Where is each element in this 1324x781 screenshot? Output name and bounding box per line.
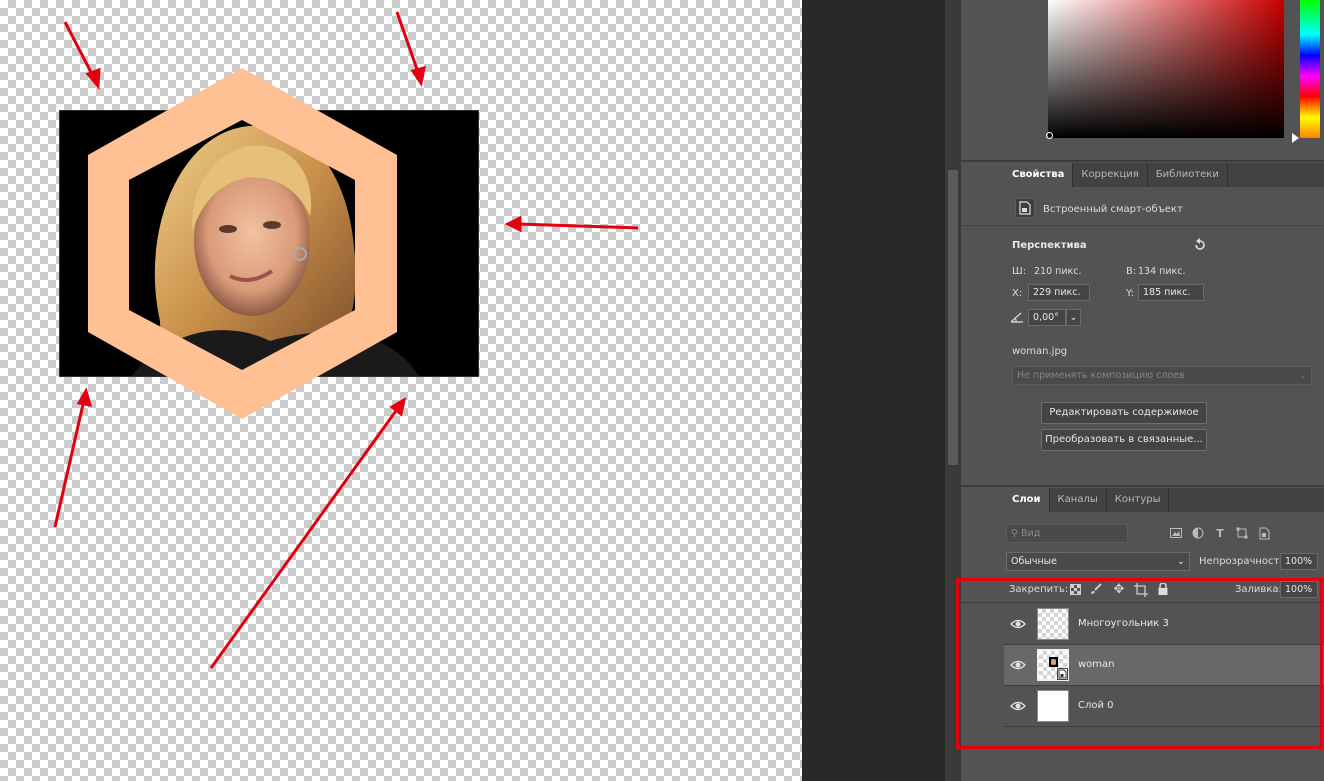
lock-brush-icon[interactable] <box>1089 582 1103 596</box>
eye-icon[interactable] <box>1010 657 1026 673</box>
width-value[interactable]: 210 пикс. <box>1034 266 1082 277</box>
search-icon: ⚲ <box>1011 528 1018 539</box>
edit-contents-button[interactable]: Редактировать содержимое <box>1041 402 1207 424</box>
lock-transparent-icon[interactable] <box>1068 582 1082 596</box>
color-picker-marker[interactable] <box>1046 132 1053 139</box>
document-canvas[interactable] <box>0 0 802 781</box>
tab-layers[interactable]: Слои <box>1004 488 1050 512</box>
annotation-layer <box>53 11 639 669</box>
layer-comp-select[interactable]: Не применять композицию слоев ⌄ <box>1012 366 1312 385</box>
panel-divider <box>961 485 1324 487</box>
tab-adjustments[interactable]: Коррекция <box>1073 163 1148 187</box>
shape-filter-icon[interactable] <box>1234 525 1250 541</box>
section-title-perspective: Перспектива <box>1012 240 1087 251</box>
layers-tabbar: Слои Каналы Контуры <box>1004 488 1324 512</box>
smart-object-badge-icon <box>1057 668 1068 680</box>
smart-object-icon <box>1015 198 1035 218</box>
layer-comp-placeholder: Не применять композицию слоев <box>1017 370 1185 381</box>
layer-name[interactable]: Многоугольник 3 <box>1078 618 1169 629</box>
image-filter-icon[interactable] <box>1168 525 1184 541</box>
properties-tabbar: Свойства Коррекция Библиотеки <box>1004 163 1324 187</box>
layer-row-layer-0[interactable]: Слой 0 <box>1004 686 1324 727</box>
layer-name[interactable]: woman <box>1078 659 1115 670</box>
angle-icon <box>1009 309 1025 325</box>
hue-slider-arrow-icon[interactable] <box>1292 133 1299 143</box>
layer-thumbnail <box>1037 649 1069 681</box>
object-type-label: Встроенный смарт-объект <box>1043 204 1183 215</box>
hexagon-ring-shape[interactable] <box>88 68 397 419</box>
eye-icon[interactable] <box>1010 616 1026 632</box>
y-input[interactable]: 185 пикс. <box>1138 284 1204 301</box>
scrollbar-thumb[interactable] <box>948 170 958 465</box>
opacity-label: Непрозрачность: <box>1199 556 1289 567</box>
eye-icon[interactable] <box>1010 698 1026 714</box>
angle-input[interactable]: 0,00° <box>1028 309 1066 326</box>
convert-to-linked-button[interactable]: Преобразовать в связанные... <box>1041 429 1207 451</box>
tab-properties[interactable]: Свойства <box>1004 163 1074 187</box>
fill-label: Заливка: <box>1235 584 1282 595</box>
chevron-down-icon: ⌄ <box>1299 370 1307 381</box>
x-input[interactable]: 229 пикс. <box>1028 284 1090 301</box>
x-label: X: <box>1012 288 1023 299</box>
tab-paths[interactable]: Контуры <box>1107 488 1170 512</box>
y-label: Y: <box>1126 288 1135 299</box>
blend-mode-select[interactable]: Обычные ⌄ <box>1006 552 1190 571</box>
color-picker-field[interactable] <box>1048 0 1284 138</box>
height-value[interactable]: 134 пикс. <box>1138 266 1186 277</box>
adjustment-filter-icon[interactable] <box>1190 525 1206 541</box>
angle-dropdown-chevron-down-icon[interactable]: ⌄ <box>1066 309 1081 326</box>
right-panels: Свойства Коррекция Библиотеки Встроенный… <box>961 0 1324 781</box>
layer-row-polygon-3[interactable]: Многоугольник 3 <box>1004 604 1324 645</box>
layer-thumbnail <box>1037 690 1069 722</box>
lock-label: Закрепить: <box>1009 584 1069 595</box>
layer-row-woman[interactable]: woman <box>1004 645 1324 686</box>
hue-slider[interactable] <box>1300 0 1320 138</box>
fill-input[interactable]: 100% <box>1280 581 1318 598</box>
lock-all-icon[interactable] <box>1156 582 1170 596</box>
tab-channels[interactable]: Каналы <box>1050 488 1107 512</box>
layer-name[interactable]: Слой 0 <box>1078 700 1114 711</box>
panel-divider <box>961 225 1324 226</box>
panel-divider <box>961 602 1324 603</box>
width-label: Ш: <box>1012 266 1027 277</box>
layer-filter-placeholder: Вид <box>1021 528 1041 539</box>
reset-icon[interactable] <box>1191 236 1209 254</box>
type-filter-icon[interactable]: T <box>1212 525 1228 541</box>
photo-thumb-preview <box>1049 657 1058 667</box>
layer-thumbnail <box>1037 608 1069 640</box>
workspace-gutter <box>802 0 945 781</box>
lock-move-icon[interactable]: ✥ <box>1111 581 1127 597</box>
tab-libraries[interactable]: Библиотеки <box>1148 163 1228 187</box>
layer-filter-select[interactable]: ⚲ Вид <box>1006 524 1128 543</box>
opacity-input[interactable]: 100% <box>1280 553 1318 570</box>
lock-artboard-icon[interactable] <box>1133 582 1149 598</box>
linked-file-name: woman.jpg <box>1012 346 1068 357</box>
height-label: В: <box>1126 266 1137 277</box>
blend-mode-value: Обычные <box>1011 556 1058 567</box>
chevron-down-icon: ⌄ <box>1177 556 1185 567</box>
panel-divider <box>961 160 1324 162</box>
smart-filter-icon[interactable] <box>1256 525 1272 541</box>
